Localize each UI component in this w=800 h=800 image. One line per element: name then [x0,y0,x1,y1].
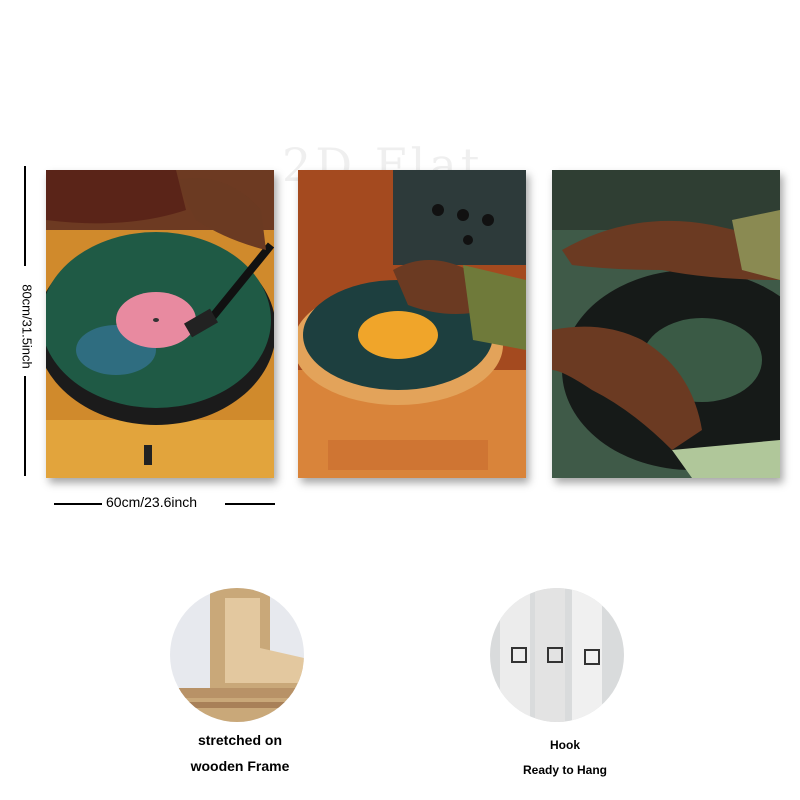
width-dimension-line-right [225,503,275,505]
panel-center [298,170,526,478]
height-dimension-label: 80cm/31.5inch [19,284,35,369]
wooden-frame-photo [170,588,304,722]
panel-left [46,170,274,478]
width-dimension-line-left [54,503,102,505]
frame-caption-line1: stretched on [197,732,282,748]
panel-right [552,170,780,478]
frame-caption-line2: wooden Frame [190,758,290,774]
hook-caption-line2: Ready to Hang [522,763,607,777]
width-dimension-label: 60cm/23.6inch [106,494,198,510]
hook-photo [490,588,624,722]
hook-caption-line1: Hook [550,738,580,752]
